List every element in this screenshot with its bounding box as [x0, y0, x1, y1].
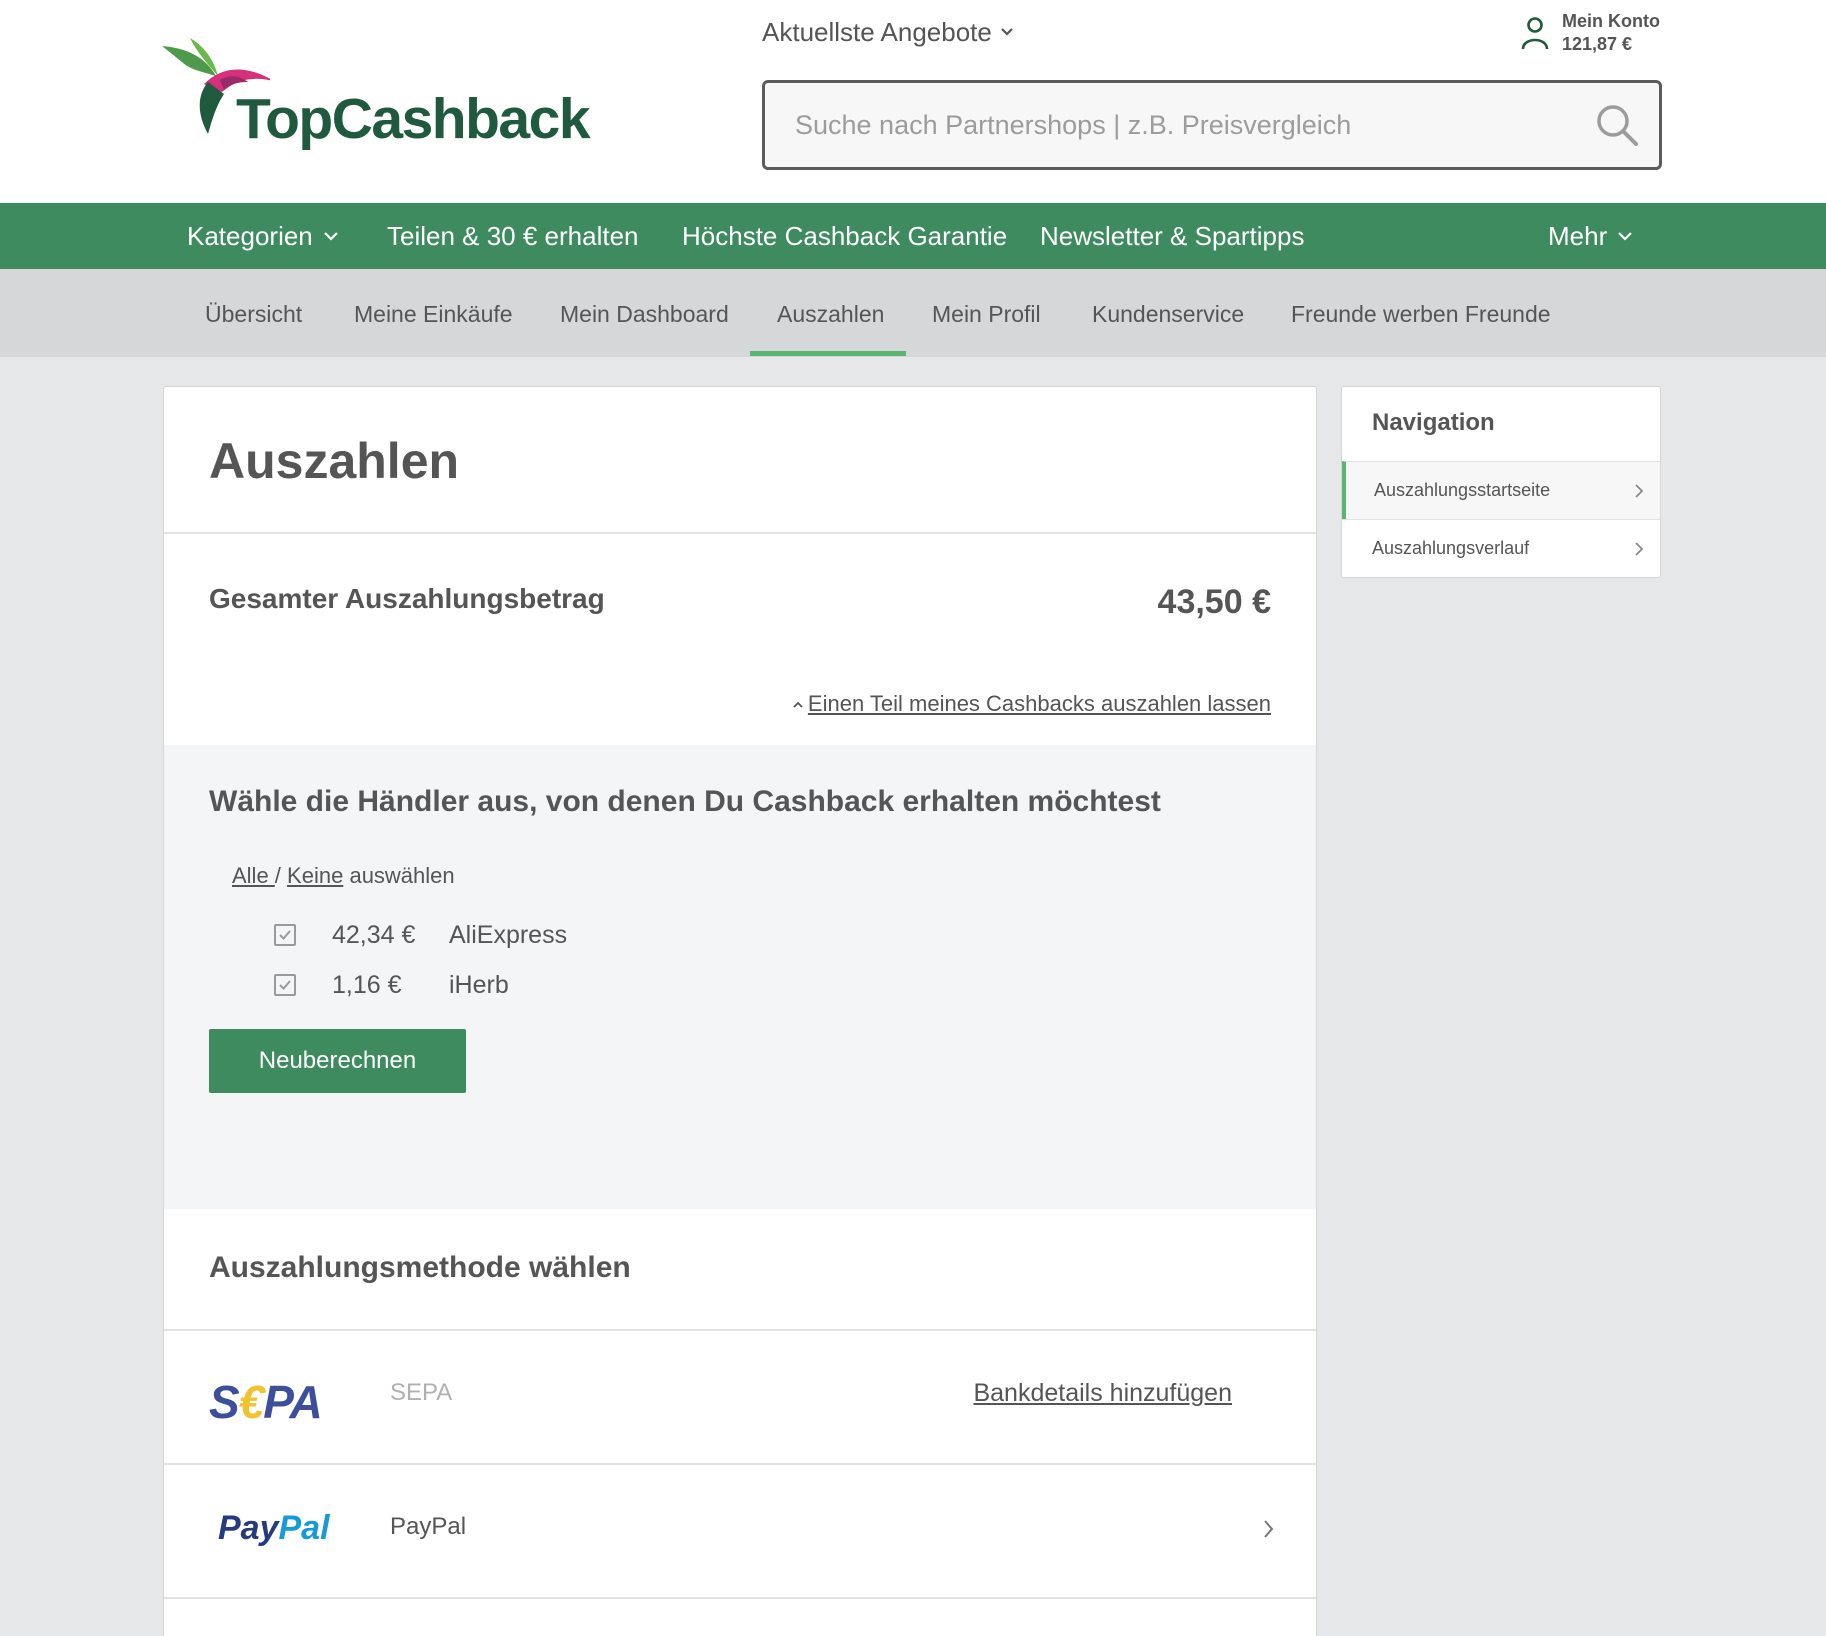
select-none-link[interactable]: Keine: [287, 863, 343, 888]
nav-item-label: Kategorien: [187, 220, 313, 251]
select-all-none: Alle / Keine auswählen: [232, 863, 455, 889]
topcashback-logo[interactable]: TopCashback: [160, 36, 591, 156]
user-icon: [1521, 17, 1549, 50]
latest-offers-label: Aktuellste Angebote: [762, 16, 992, 47]
side-navigation: Navigation Auszahlungsstartseite Auszahl…: [1341, 386, 1661, 578]
chevron-down-icon: [323, 232, 338, 241]
active-tab-indicator: [750, 351, 906, 356]
tab-purchases[interactable]: Meine Einkäufe: [354, 269, 513, 357]
payout-method-paypal[interactable]: PayPal PayPal: [164, 1465, 1316, 1597]
search-icon[interactable]: [1595, 103, 1639, 147]
merchant-row: 1,16 € iHerb: [274, 967, 509, 1003]
side-nav-item-payout-home[interactable]: Auszahlungsstartseite: [1342, 461, 1660, 519]
my-account-link[interactable]: Mein Konto 121,87 €: [1520, 10, 1660, 56]
select-separator: /: [274, 863, 281, 888]
account-subnav: Übersicht Meine Einkäufe Mein Dashboard …: [0, 269, 1826, 357]
sepa-logo: S€PA: [209, 1376, 323, 1428]
search-box: [762, 80, 1662, 170]
nav-item-label: Newsletter & Spartipps: [1040, 220, 1305, 251]
merchant-checkbox[interactable]: [274, 974, 296, 996]
site-header: TopCashback Aktuellste Angebote Mein Kon…: [0, 0, 1826, 203]
merchant-amount: 42,34 €: [332, 920, 416, 949]
main-navigation: Kategorien Teilen & 30 € erhalten Höchst…: [0, 203, 1826, 269]
latest-offers-dropdown[interactable]: Aktuellste Angebote: [762, 14, 1014, 50]
side-nav-title: Navigation: [1372, 409, 1495, 436]
nav-item-guarantee[interactable]: Höchste Cashback Garantie: [682, 203, 1007, 269]
nav-item-label: Teilen & 30 € erhalten: [387, 220, 639, 251]
merchant-name: iHerb: [449, 970, 509, 999]
account-label: Mein Konto: [1562, 11, 1660, 31]
divider: [164, 532, 1316, 534]
side-nav-label: Auszahlungsverlauf: [1372, 538, 1530, 558]
tab-customer-service[interactable]: Kundenservice: [1092, 269, 1244, 357]
merchant-selection: Wähle die Händler aus, von denen Du Cash…: [164, 745, 1316, 1209]
tab-overview[interactable]: Übersicht: [205, 269, 302, 357]
nav-item-kategorien[interactable]: Kategorien: [187, 203, 339, 269]
nav-item-label: Höchste Cashback Garantie: [682, 220, 1008, 251]
search-input[interactable]: [765, 83, 1585, 167]
partial-payout-label: Einen Teil meines Cashbacks auszahlen la…: [807, 691, 1271, 716]
checkmark-icon: [279, 930, 291, 940]
merchant-row: 42,34 € AliExpress: [274, 917, 567, 953]
tab-profile[interactable]: Mein Profil: [932, 269, 1041, 357]
chevron-up-icon: [793, 701, 803, 708]
select-all-link[interactable]: Alle: [232, 863, 275, 888]
total-payout-label: Gesamter Auszahlungsbetrag: [209, 583, 605, 614]
method-name: PayPal: [390, 1513, 467, 1540]
logo-text: TopCashback: [236, 87, 591, 151]
checkmark-icon: [279, 980, 291, 990]
add-bank-details-link[interactable]: Bankdetails hinzufügen: [973, 1379, 1232, 1408]
payout-card: Auszahlen Gesamter Auszahlungsbetrag 43,…: [163, 386, 1317, 1636]
payout-method-heading: Auszahlungsmethode wählen: [209, 1251, 631, 1284]
nav-item-more[interactable]: Mehr: [1548, 203, 1633, 269]
merchant-name: AliExpress: [449, 920, 568, 949]
recalculate-button[interactable]: Neuberechnen: [209, 1029, 466, 1093]
tab-refer-friends[interactable]: Freunde werben Freunde: [1291, 269, 1551, 357]
partial-payout-link[interactable]: Einen Teil meines Cashbacks auszahlen la…: [792, 691, 1271, 717]
payout-method-sepa[interactable]: S€PA SEPA Bankdetails hinzufügen: [164, 1331, 1316, 1463]
divider: [164, 1597, 1316, 1599]
merchant-heading: Wähle die Händler aus, von denen Du Cash…: [209, 785, 1161, 818]
nav-item-newsletter[interactable]: Newsletter & Spartipps: [1040, 203, 1304, 269]
nav-item-share[interactable]: Teilen & 30 € erhalten: [387, 203, 639, 269]
page-title: Auszahlen: [209, 433, 460, 489]
chevron-right-icon: [1635, 484, 1644, 498]
side-nav-item-payout-history[interactable]: Auszahlungsverlauf: [1342, 519, 1660, 577]
method-name: SEPA: [390, 1379, 453, 1406]
tab-dashboard[interactable]: Mein Dashboard: [560, 269, 729, 357]
total-payout-amount: 43,50 €: [1157, 583, 1271, 621]
chevron-down-icon: [1618, 232, 1633, 241]
side-nav-label: Auszahlungsstartseite: [1374, 480, 1551, 500]
tab-payout[interactable]: Auszahlen: [777, 269, 884, 357]
nav-item-label: Mehr: [1548, 220, 1608, 251]
chevron-down-icon: [1001, 28, 1013, 36]
select-suffix: auswählen: [349, 863, 455, 888]
paypal-logo: PayPal: [218, 1509, 330, 1547]
merchant-amount: 1,16 €: [332, 970, 402, 999]
chevron-right-icon: [1635, 542, 1644, 556]
account-balance: 121,87 €: [1562, 34, 1633, 54]
merchant-checkbox[interactable]: [274, 924, 296, 946]
chevron-right-icon[interactable]: [1262, 1517, 1276, 1541]
